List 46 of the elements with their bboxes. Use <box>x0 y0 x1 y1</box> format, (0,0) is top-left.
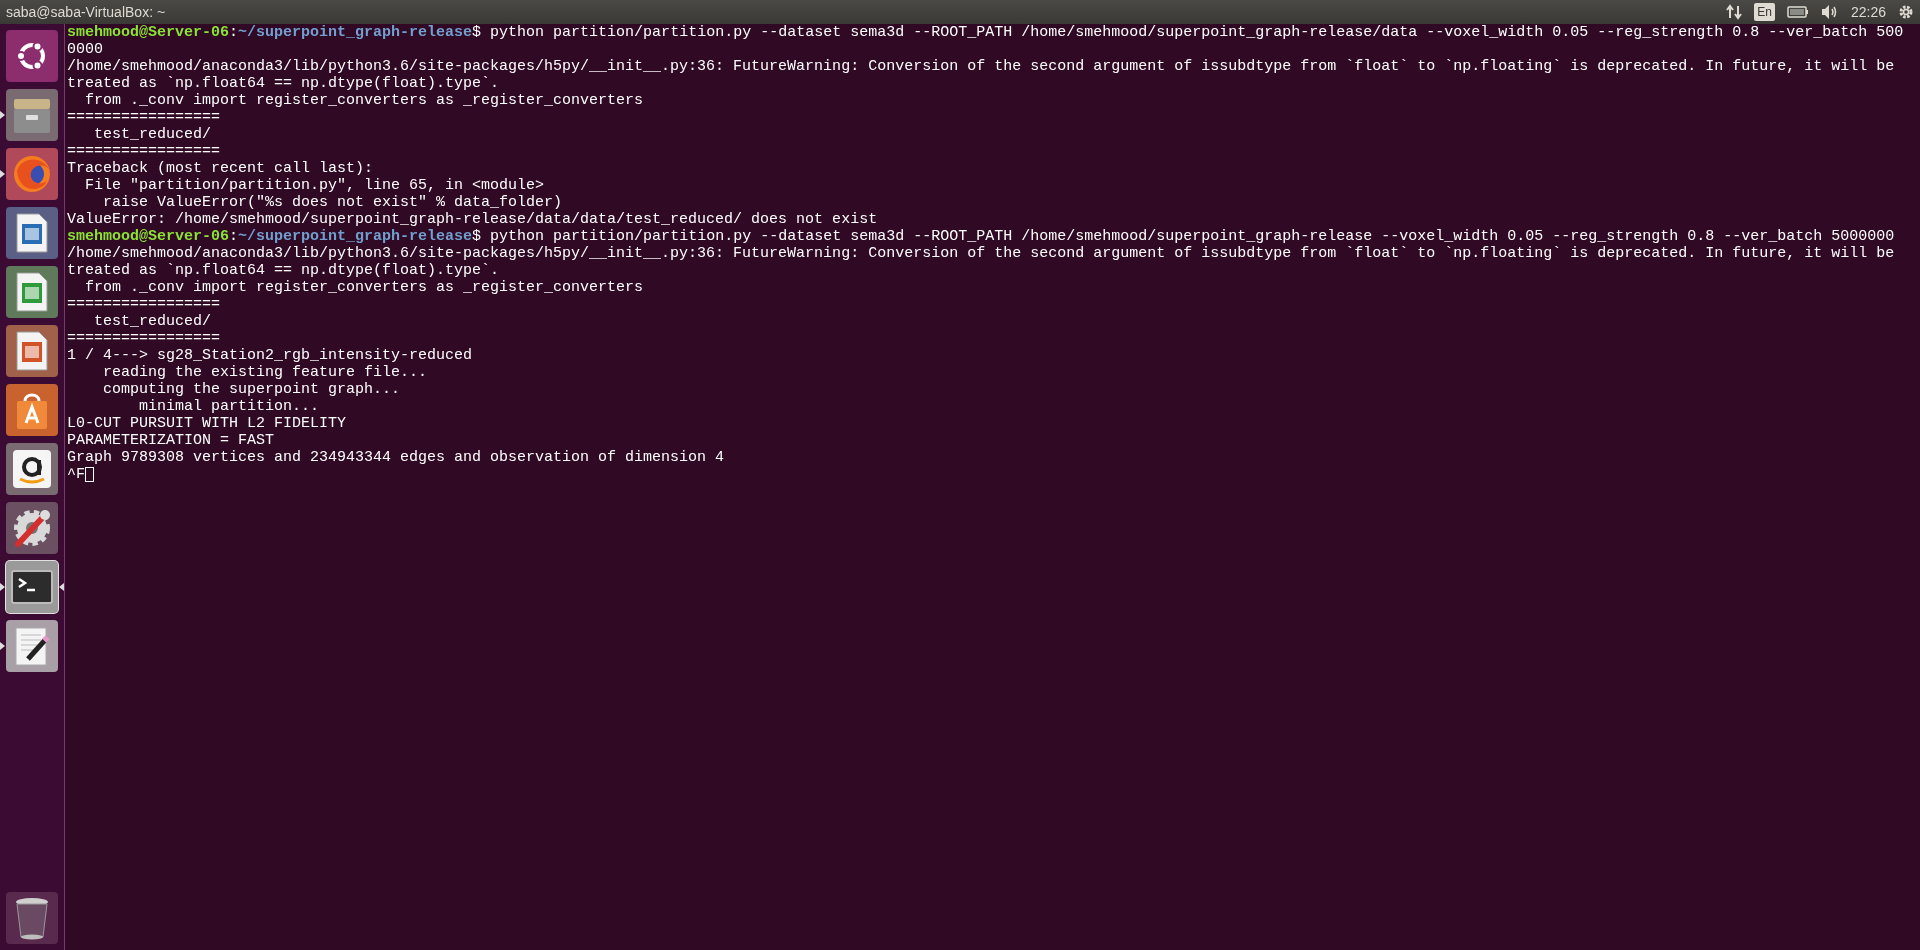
launcher-icon[interactable] <box>6 620 58 672</box>
terminal-line: minimal partition... <box>138 398 321 415</box>
launcher-icon[interactable] <box>6 30 58 82</box>
firefox-icon <box>11 153 53 195</box>
keyboard-layout-indicator[interactable]: En <box>1754 3 1775 21</box>
document-icon <box>14 330 50 372</box>
window-title: saba@saba-VirtualBox: ~ <box>6 2 166 22</box>
network-arrows-icon[interactable] <box>1726 4 1743 20</box>
volume-icon[interactable] <box>1820 4 1839 20</box>
terminal-line: treated as `np.float64 == np.dtype(float).type`. <box>67 75 501 92</box>
terminal-line: treated as `np.float64 == np.dtype(float).type`. <box>67 262 501 279</box>
document-icon <box>14 212 50 254</box>
terminal-line: raise ValueError("%s does not exist" % data_folder) <box>102 194 564 211</box>
terminal-line: PARAMETERIZATION = FAST <box>67 432 276 449</box>
terminal-line: from ._conv import register_converters as _register_converters <box>84 92 645 109</box>
terminal-line: ================= <box>67 296 222 313</box>
terminal-line: Traceback (most recent call last): <box>67 160 375 177</box>
terminal-line: File "partition/partition.py", line 65, in <module> <box>84 177 546 194</box>
terminal-line: ValueError: /home/smehmood/superpoint_graph-release/data/data/test_reduced/ does not exist <box>67 211 879 228</box>
settings-icon[interactable] <box>1898 4 1914 20</box>
cursor-icon <box>85 467 94 482</box>
terminal-line: 1 / 4---> sg28_Station2_rgb_intensity-reduced <box>67 347 474 364</box>
terminal-line: 0000 <box>67 41 104 58</box>
terminal-line: ================= <box>67 330 222 347</box>
terminal-line: Graph 9789308 vertices and 234943344 edges and observation of dimension 4 <box>67 449 726 466</box>
clock[interactable]: 22:26 <box>1850 1 1886 23</box>
amazon-icon <box>11 448 53 490</box>
trash-launcher-icon[interactable] <box>6 892 58 944</box>
terminal-line: reading the existing feature file... <box>102 364 429 381</box>
terminal-line: /home/smehmood/anaconda3/lib/python3.6/site-packages/h5py/__init__.py:36: FutureWarning: Conversion of the second argument of issubdtype from `float` to `np.floating` is deprecated. In future, it will be <box>67 58 1896 75</box>
battery-icon[interactable] <box>1786 5 1809 19</box>
launcher-icon[interactable] <box>6 561 58 613</box>
terminal-line: smehmood@Server-06:~/superpoint_graph-release$ python partition/partition.py --dataset sema3d --ROOT_PATH /home/smehmood/superpoint_graph-release --voxel_width 0.05 --reg_strength 0.8 --ver_batch 5000000 <box>67 228 1896 245</box>
launcher-icon[interactable] <box>6 443 58 495</box>
terminal-icon <box>11 570 53 604</box>
terminal-line: computing the superpoint graph... <box>102 381 402 398</box>
document-icon <box>14 271 50 313</box>
terminal-line: L0-CUT PURSUIT WITH L2 FIDELITY <box>67 415 348 432</box>
terminal-line: ^F <box>67 466 85 483</box>
terminal-line: ================= <box>67 109 222 126</box>
terminal-line: /home/smehmood/anaconda3/lib/python3.6/site-packages/h5py/__init__.py:36: FutureWarning: Conversion of the second argument of issubdtype from `float` to `np.floating` is deprecated. In future, it will be <box>67 245 1896 262</box>
terminal-line: test_reduced/ <box>93 126 213 143</box>
terminal-line: smehmood@Server-06:~/superpoint_graph-release$ python partition/partition.py --dataset sema3d --ROOT_PATH /home/smehmood/superpoint_graph-release/data --voxel_width 0.05 --reg_strength 0.8 --ver_batch 500 <box>67 24 1905 41</box>
terminal-line: ================= <box>67 143 222 160</box>
terminal-line: from ._conv import register_converters as _register_converters <box>84 279 645 296</box>
terminal-line: test_reduced/ <box>93 313 213 330</box>
